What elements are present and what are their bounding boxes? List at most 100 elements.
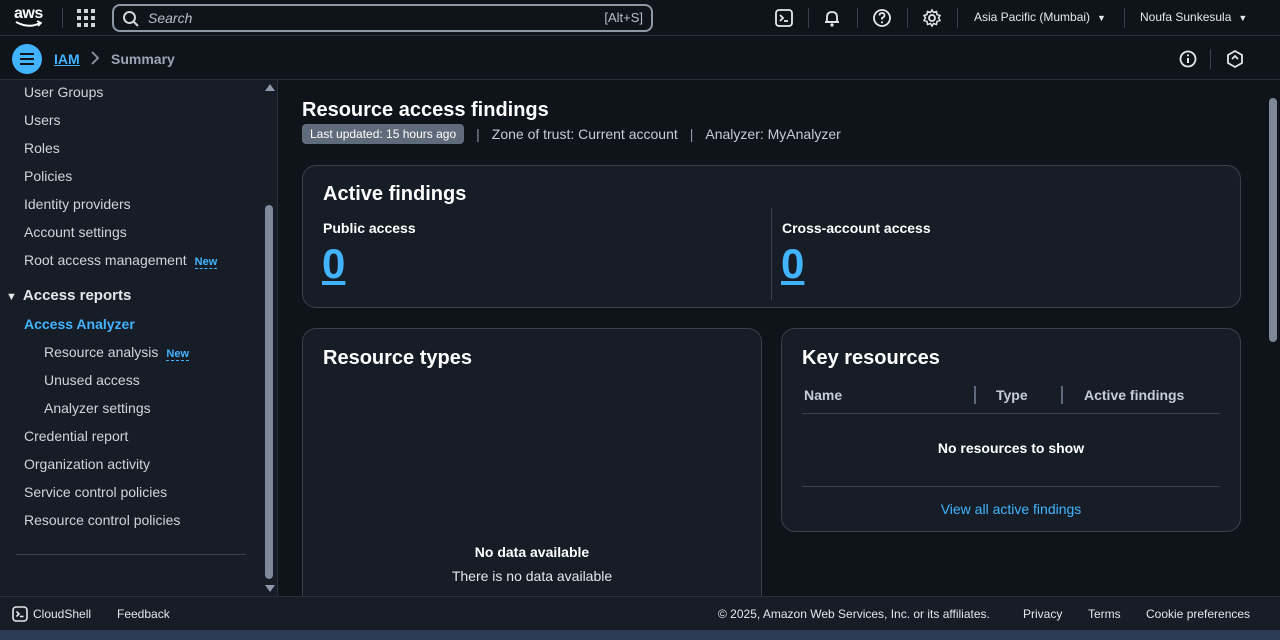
sidebar-item-credential-report[interactable]: Credential report [24, 428, 128, 444]
cloudshell-icon[interactable] [12, 606, 28, 622]
search-box[interactable]: [Alt+S] [112, 4, 653, 32]
help-icon[interactable] [872, 8, 892, 28]
column-resizer[interactable] [974, 386, 976, 404]
sidebar-item-users[interactable]: Users [24, 112, 61, 128]
sidebar-item-service-control-policies[interactable]: Service control policies [24, 484, 167, 500]
no-data-message: There is no data available [451, 568, 613, 584]
last-updated-badge: Last updated: 15 hours ago [302, 124, 465, 144]
divider [802, 486, 1220, 487]
sidebar-item-access-analyzer[interactable]: Access Analyzer [24, 316, 135, 332]
sidebar-item-root-access-management[interactable]: Root access management New [24, 252, 218, 269]
separator: | [476, 126, 480, 142]
no-data-title: No data available [474, 544, 590, 560]
scroll-up-arrow-icon[interactable] [265, 84, 275, 91]
divider [957, 8, 958, 28]
key-resources-card: Key resources Name Type Active findings … [781, 328, 1241, 532]
sidebar-item-analyzer-settings[interactable]: Analyzer settings [44, 400, 151, 416]
breadcrumb-iam-link[interactable]: IAM [54, 51, 80, 67]
column-header-active-findings[interactable]: Active findings [1084, 387, 1184, 403]
search-icon [123, 11, 139, 27]
breadcrumb-current-page: Summary [111, 51, 175, 67]
resource-types-card: Resource types No data available There i… [302, 328, 762, 596]
sidebar-scrollbar[interactable] [262, 80, 276, 596]
analyzer-name: Analyzer: MyAnalyzer [705, 126, 841, 142]
divider [808, 8, 809, 28]
scrollbar-thumb[interactable] [1269, 98, 1277, 342]
sidebar-item-roles[interactable]: Roles [24, 140, 60, 156]
new-badge: New [166, 348, 190, 361]
sidebar-item-label: Root access management [24, 252, 187, 268]
view-all-active-findings-link[interactable]: View all active findings [782, 501, 1240, 517]
sidebar-section-access-reports[interactable]: ▼ Access reports [6, 287, 131, 304]
divider [16, 554, 246, 555]
main-scrollbar[interactable] [1266, 80, 1280, 596]
zone-of-trust: Zone of trust: Current account [491, 126, 678, 142]
info-icon[interactable] [1178, 49, 1198, 69]
cross-account-access-count-link[interactable]: 0 [781, 240, 804, 288]
cookie-preferences-link[interactable]: Cookie preferences [1146, 607, 1250, 621]
card-title: Key resources [802, 347, 940, 369]
sidebar-item-resource-analysis[interactable]: Resource analysis New [44, 344, 190, 361]
caret-down-icon: ▼ [1097, 13, 1106, 23]
section-label: Access reports [22, 287, 132, 304]
settings-gear-icon[interactable] [922, 8, 942, 28]
scrollbar-thumb[interactable] [265, 205, 273, 579]
search-shortcut-hint: [Alt+S] [604, 10, 643, 25]
caret-down-icon: ▼ [1238, 13, 1248, 23]
divider [771, 208, 772, 300]
sidebar-item-organization-activity[interactable]: Organization activity [24, 456, 150, 472]
caret-down-icon: ▼ [6, 291, 17, 303]
card-title: Resource types [323, 347, 472, 369]
new-badge: New [194, 256, 218, 269]
empty-table-message: No resources to show [937, 440, 1085, 456]
terms-link[interactable]: Terms [1088, 607, 1121, 621]
divider [1210, 49, 1211, 69]
sidebar-item-label: Resource analysis [44, 344, 159, 360]
services-grid-icon[interactable] [77, 9, 95, 27]
sidebar-item-user-groups[interactable]: User Groups [24, 84, 103, 100]
cross-account-access-label: Cross-account access [782, 220, 931, 236]
region-selector[interactable]: Asia Pacific (Mumbai) ▼ [974, 10, 1106, 24]
sidebar-item-policies[interactable]: Policies [24, 168, 72, 184]
breadcrumb-bar: IAM Summary [0, 37, 1280, 80]
sidebar-item-resource-control-policies[interactable]: Resource control policies [24, 512, 180, 528]
public-access-count-link[interactable]: 0 [322, 240, 345, 288]
aws-smile-icon [15, 20, 43, 27]
divider [907, 8, 908, 28]
sidebar-item-account-settings[interactable]: Account settings [24, 224, 127, 240]
column-header-type[interactable]: Type [996, 387, 1028, 403]
column-resizer[interactable] [1061, 386, 1063, 404]
sidebar-item-identity-providers[interactable]: Identity providers [24, 196, 131, 212]
account-menu[interactable]: Noufa Sunkesula ▼ [1140, 10, 1247, 24]
divider [62, 8, 63, 28]
aws-logo[interactable]: aws [12, 5, 48, 31]
divider [857, 8, 858, 28]
column-header-name[interactable]: Name [804, 387, 842, 403]
search-input[interactable] [148, 9, 568, 27]
user-name: Noufa Sunkesula [1140, 10, 1232, 24]
os-taskbar [0, 630, 1280, 640]
side-navigation: User Groups Users Roles Policies Identit… [0, 80, 278, 596]
notifications-bell-icon[interactable] [822, 8, 842, 28]
side-nav-toggle-button[interactable] [12, 44, 42, 74]
region-label: Asia Pacific (Mumbai) [974, 10, 1091, 24]
main-content: Resource access findings Last updated: 1… [279, 80, 1266, 596]
divider [802, 413, 1220, 414]
chevron-right-icon [91, 51, 100, 65]
privacy-link[interactable]: Privacy [1023, 607, 1062, 621]
separator: | [689, 126, 694, 142]
feedback-hexagon-icon[interactable] [1225, 49, 1245, 69]
cloudshell-icon[interactable] [774, 8, 794, 28]
footer: CloudShell Feedback © 2025, Amazon Web S… [0, 596, 1280, 630]
page-metadata: Last updated: 15 hours ago | Zone of tru… [302, 124, 841, 144]
feedback-link[interactable]: Feedback [117, 607, 170, 621]
scroll-down-arrow-icon[interactable] [265, 585, 275, 592]
top-navigation-bar: aws [Alt+S] Asia Pacif [0, 0, 1280, 36]
active-findings-card: Active findings Public access 0 Cross-ac… [302, 165, 1241, 308]
public-access-label: Public access [323, 220, 416, 236]
hamburger-menu-icon [20, 53, 34, 65]
sidebar-item-unused-access[interactable]: Unused access [44, 372, 140, 388]
divider [1124, 8, 1125, 28]
cloudshell-link[interactable]: CloudShell [33, 607, 91, 621]
card-title: Active findings [323, 183, 467, 205]
